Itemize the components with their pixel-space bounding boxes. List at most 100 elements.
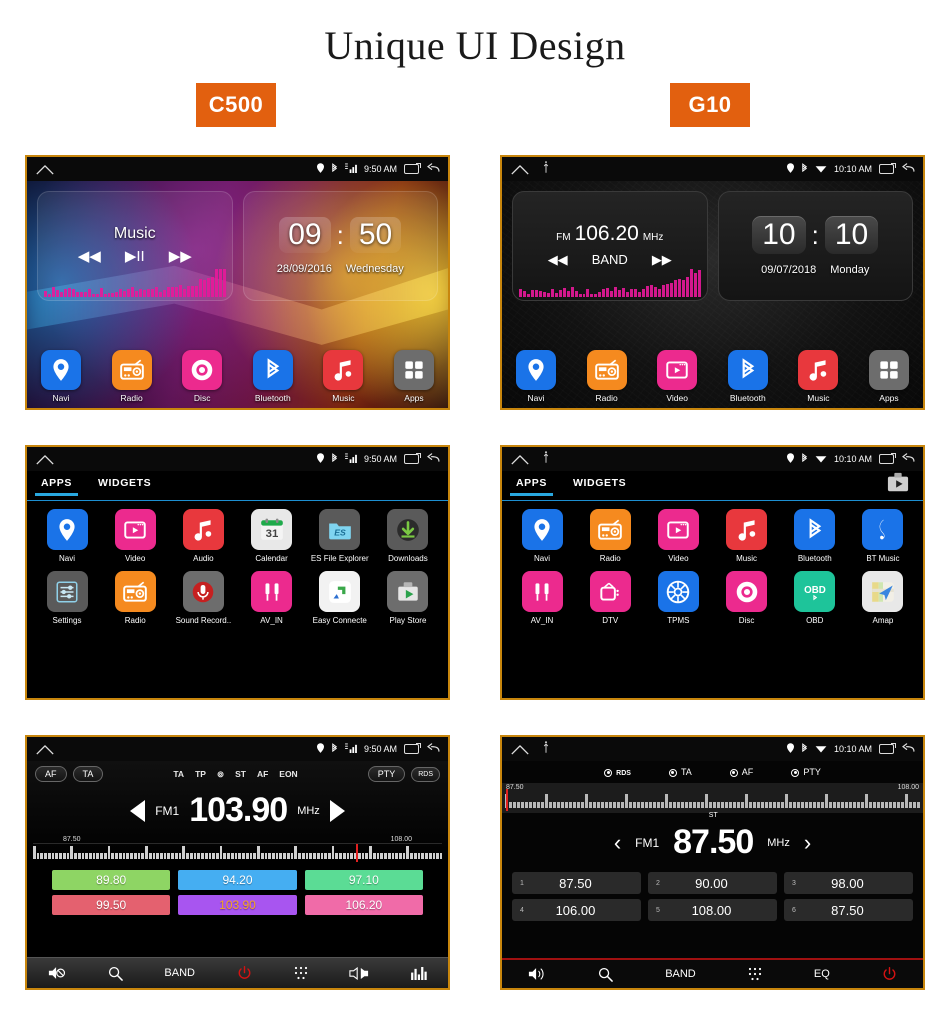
app-item-tpms[interactable]: TPMS xyxy=(648,571,708,625)
app-item-downloads[interactable]: Downloads xyxy=(378,509,438,563)
rds-button[interactable]: RDS xyxy=(411,767,440,782)
rds-flag-af[interactable]: AF xyxy=(730,767,754,777)
back-icon[interactable] xyxy=(426,743,440,755)
tv-icon[interactable] xyxy=(590,571,631,612)
preset-button-1[interactable]: 89.80 xyxy=(52,870,170,890)
radio-next-button[interactable]: ▶▶ xyxy=(652,252,672,268)
play-store-icon[interactable] xyxy=(887,472,909,499)
app-item-sound-record-[interactable]: Sound Record.. xyxy=(173,571,233,625)
recents-icon[interactable] xyxy=(879,744,894,754)
music-widget[interactable]: Music ◀◀ ▶II ▶▶ xyxy=(37,191,233,301)
es-folder-icon[interactable]: ES xyxy=(319,509,360,550)
clock-widget[interactable]: 09 : 50 28/09/2016 Wednesday xyxy=(243,191,439,301)
band-button[interactable]: BAND xyxy=(665,968,696,980)
music-note-icon[interactable] xyxy=(726,509,767,550)
keypad-icon[interactable] xyxy=(748,967,762,981)
app-item-av-in[interactable]: AV_IN xyxy=(512,571,572,625)
app-item-music[interactable]: Music xyxy=(717,509,777,563)
bluetooth-icon[interactable] xyxy=(728,350,768,390)
music-next-button[interactable]: ▶▶ xyxy=(169,247,192,265)
preset-button-4[interactable]: 99.50 xyxy=(52,895,170,915)
dock-item-music[interactable]: Music xyxy=(792,350,844,403)
treble-clef-icon[interactable] xyxy=(862,509,903,550)
grid-apps-icon[interactable] xyxy=(869,350,909,390)
rds-flag-rds[interactable]: RDS xyxy=(604,767,631,777)
c500-tuning-scale[interactable]: 87.50 108.00 xyxy=(33,836,442,862)
rca-plugs-icon[interactable] xyxy=(251,571,292,612)
equalizer-icon[interactable] xyxy=(411,967,427,980)
location-pin-icon[interactable] xyxy=(41,350,81,390)
rds-flag-ta[interactable]: TA xyxy=(669,767,692,777)
preset-button-3[interactable]: 97.10 xyxy=(305,870,423,890)
rds-flag-pty[interactable]: PTY xyxy=(791,767,821,777)
video-icon[interactable] xyxy=(115,509,156,550)
play-store-icon[interactable] xyxy=(387,571,428,612)
location-pin-icon[interactable] xyxy=(516,350,556,390)
dock-item-disc[interactable]: Disc xyxy=(176,350,228,403)
dock-item-apps[interactable]: Apps xyxy=(388,350,440,403)
app-item-disc[interactable]: Disc xyxy=(717,571,777,625)
rca-plugs-icon[interactable] xyxy=(522,571,563,612)
back-icon[interactable] xyxy=(901,743,915,755)
download-icon[interactable] xyxy=(387,509,428,550)
video-icon[interactable] xyxy=(657,350,697,390)
video-icon[interactable] xyxy=(658,509,699,550)
balance-icon[interactable] xyxy=(349,967,369,980)
tune-down-button[interactable] xyxy=(130,800,145,822)
app-item-bluetooth[interactable]: Bluetooth xyxy=(785,509,845,563)
preset-button-6[interactable]: 106.20 xyxy=(305,895,423,915)
dock-item-navi[interactable]: Navi xyxy=(510,350,562,403)
ta-button[interactable]: TA xyxy=(73,766,104,782)
app-item-video[interactable]: Video xyxy=(105,509,165,563)
preset-button-5[interactable]: 5 108.00 xyxy=(648,899,777,921)
back-icon[interactable] xyxy=(901,453,915,465)
band-button[interactable]: BAND xyxy=(164,967,195,979)
location-pin-icon[interactable] xyxy=(47,509,88,550)
radio-icon[interactable] xyxy=(590,509,631,550)
pty-button[interactable]: PTY xyxy=(368,766,406,782)
app-item-navi[interactable]: Navi xyxy=(512,509,572,563)
tune-up-button[interactable] xyxy=(330,800,345,822)
preset-button-2[interactable]: 2 90.00 xyxy=(648,872,777,894)
tire-icon[interactable] xyxy=(658,571,699,612)
tab-widgets[interactable]: WIDGETS xyxy=(98,477,151,495)
dock-item-navi[interactable]: Navi xyxy=(35,350,87,403)
home-icon[interactable] xyxy=(35,164,55,175)
app-item-easy-connecte[interactable]: Easy Connecte xyxy=(310,571,370,625)
bluetooth-icon[interactable] xyxy=(253,350,293,390)
radio-widget[interactable]: FM 106.20 MHz ◀◀ BAND ▶▶ xyxy=(512,191,708,301)
app-item-amap[interactable]: Amap xyxy=(853,571,913,625)
app-item-play-store[interactable]: Play Store xyxy=(378,571,438,625)
mute-icon[interactable] xyxy=(48,966,66,980)
recents-icon[interactable] xyxy=(404,164,419,174)
grid-apps-icon[interactable] xyxy=(394,350,434,390)
recents-icon[interactable] xyxy=(879,164,894,174)
dock-item-music[interactable]: Music xyxy=(317,350,369,403)
dock-item-radio[interactable]: Radio xyxy=(581,350,633,403)
clock-widget[interactable]: 10 : 10 09/07/2018 Monday xyxy=(718,191,914,301)
dock-item-bluetooth[interactable]: Bluetooth xyxy=(247,350,299,403)
af-button[interactable]: AF xyxy=(35,766,67,782)
preset-button-6[interactable]: 6 87.50 xyxy=(784,899,913,921)
disc-icon[interactable] xyxy=(726,571,767,612)
preset-button-1[interactable]: 1 87.50 xyxy=(512,872,641,894)
dock-item-bluetooth[interactable]: Bluetooth xyxy=(722,350,774,403)
microphone-icon[interactable] xyxy=(183,571,224,612)
radio-icon[interactable] xyxy=(115,571,156,612)
radio-icon[interactable] xyxy=(112,350,152,390)
preset-button-3[interactable]: 3 98.00 xyxy=(784,872,913,894)
radio-icon[interactable] xyxy=(587,350,627,390)
back-icon[interactable] xyxy=(426,163,440,175)
app-item-audio[interactable]: Audio xyxy=(173,509,233,563)
preset-button-5[interactable]: 103.90 xyxy=(178,895,296,915)
back-icon[interactable] xyxy=(901,163,915,175)
volume-icon[interactable] xyxy=(528,967,546,981)
app-item-es-file-explorer[interactable]: ES ES File Explorer xyxy=(310,509,370,563)
tune-up-button[interactable]: › xyxy=(804,830,811,856)
tab-apps[interactable]: APPS xyxy=(516,477,547,495)
home-icon[interactable] xyxy=(510,164,530,175)
power-icon[interactable] xyxy=(237,966,252,981)
preset-button-2[interactable]: 94.20 xyxy=(178,870,296,890)
preset-button-4[interactable]: 4 106.00 xyxy=(512,899,641,921)
home-icon[interactable] xyxy=(510,744,530,755)
